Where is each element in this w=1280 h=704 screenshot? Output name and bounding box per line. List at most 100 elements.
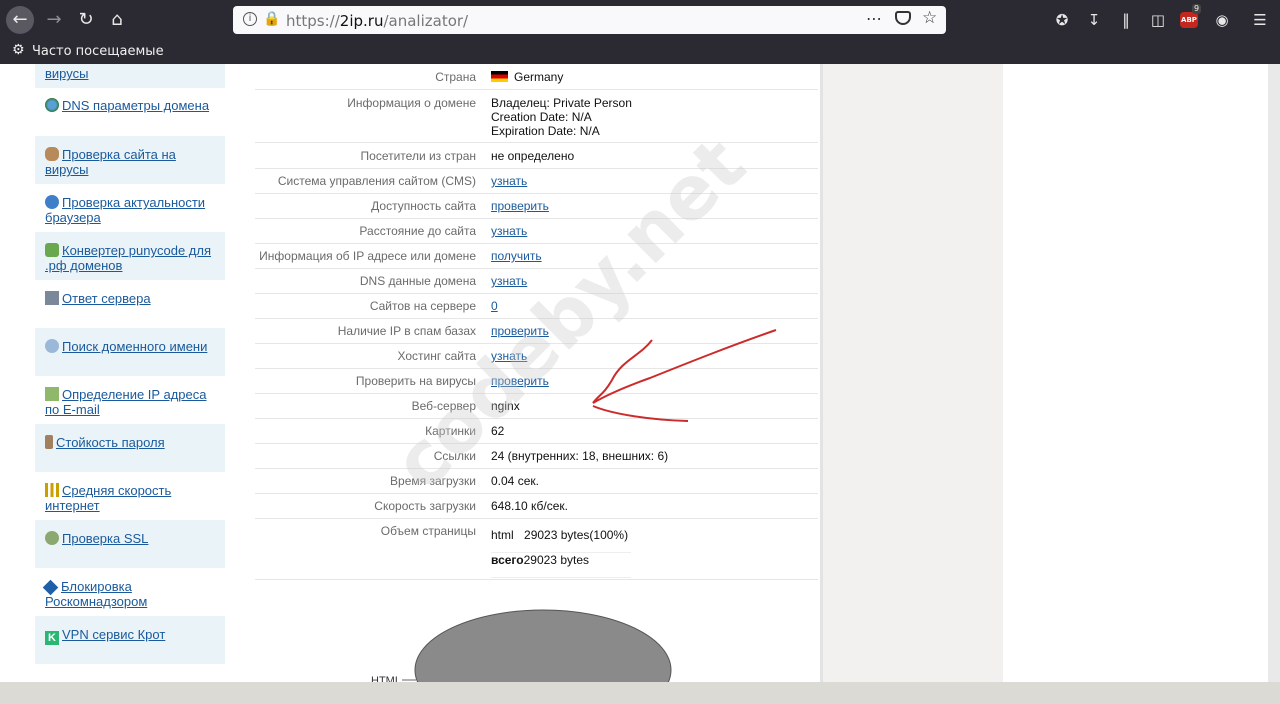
row-value: Владелец: Private Person Creation Date: …: [491, 96, 632, 138]
row-label: Страна: [435, 70, 476, 84]
row-value: узнать: [491, 174, 527, 188]
sidebar-link[interactable]: Средняя скорость интернет: [45, 483, 171, 513]
sidebar-item-site-virus[interactable]: Проверка сайта на вирусы: [35, 136, 225, 184]
germany-flag-icon: [491, 71, 508, 82]
sidebar-link[interactable]: Определение IP адреса по E-mail: [45, 387, 206, 417]
server-icon: [45, 291, 59, 305]
table-row: Наличие IP в спам базах проверить: [255, 318, 818, 344]
browser-toolbar: ← → ↻ ⌂ i 🔒 https://2ip.ru/analizator/ ⋯…: [0, 0, 1280, 40]
sidebar-link[interactable]: Проверка сайта на вирусы: [45, 147, 176, 177]
row-label: Хостинг сайта: [397, 349, 477, 363]
rkn-icon: [42, 579, 59, 596]
table-row: Проверить на вирусы проверить: [255, 368, 818, 394]
back-button[interactable]: ←: [6, 6, 34, 34]
table-row: Информация о домене Владелец: Private Pe…: [255, 90, 818, 143]
row-link[interactable]: проверить: [491, 374, 549, 388]
pocket-icon[interactable]: [895, 11, 911, 25]
reload-icon: ↻: [78, 9, 94, 30]
speed-icon: [45, 483, 59, 497]
info-icon[interactable]: i: [243, 12, 257, 26]
page-content: вирусы DNS параметры домена Проверка сай…: [0, 64, 1268, 682]
row-link[interactable]: узнать: [491, 174, 527, 188]
sidebar-item-speed[interactable]: Средняя скорость интернет: [35, 472, 225, 520]
row-value: 24 (внутренних: 18, внешних: 6): [491, 449, 669, 463]
bookmark-most-visited[interactable]: Часто посещаемые: [32, 44, 164, 59]
sidebar-link[interactable]: Ответ сервера: [62, 291, 151, 306]
library-icon[interactable]: ‖: [1116, 10, 1136, 30]
table-row: Сайтов на сервере 0: [255, 293, 818, 319]
menu-icon[interactable]: ☰: [1250, 10, 1270, 30]
sidebar-item-dns[interactable]: DNS параметры домена: [35, 88, 225, 136]
table-row: Доступность сайта проверить: [255, 193, 818, 219]
table-row: Расстояние до сайта узнать: [255, 218, 818, 244]
sidebar-link[interactable]: Конвертер punycode для .рф доменов: [45, 243, 211, 273]
row-link[interactable]: получить: [491, 249, 542, 263]
table-row: Картинки 62: [255, 418, 818, 444]
sidebar-link[interactable]: Проверка SSL: [62, 531, 148, 546]
gear-icon[interactable]: ⚙: [12, 42, 25, 58]
sidebar-item-rkn[interactable]: Блокировка Роскомнадзором: [35, 568, 225, 616]
bookmark-star-icon[interactable]: ☆: [922, 8, 937, 28]
table-row: Посетители из стран не определено: [255, 143, 818, 169]
sidebar-link[interactable]: Блокировка Роскомнадзором: [45, 579, 147, 609]
page-actions-icon[interactable]: ⋯: [866, 9, 882, 28]
adblock-count: 9: [1192, 4, 1202, 14]
sidebar-item-browser[interactable]: Проверка актуальности браузера: [35, 184, 225, 232]
forward-button[interactable]: →: [40, 6, 68, 34]
key-icon: [45, 435, 53, 449]
arrow-right-icon: →: [46, 9, 62, 30]
table-row: Веб-сервер nginx: [255, 393, 818, 419]
sidebar-link[interactable]: Стойкость пароля: [56, 435, 165, 450]
right-gray-column: [820, 64, 1003, 682]
row-link[interactable]: 0: [491, 299, 498, 313]
home-button[interactable]: ⌂: [103, 6, 131, 34]
table-row: Система управления сайтом (CMS) узнать: [255, 168, 818, 194]
sidebar-link[interactable]: VPN сервис Крот: [62, 627, 165, 642]
row-link[interactable]: узнать: [491, 274, 527, 288]
reload-button[interactable]: ↻: [72, 6, 100, 34]
sidebar-item-punycode[interactable]: Конвертер punycode для .рф доменов: [35, 232, 225, 280]
sidebar-item-password[interactable]: Стойкость пароля: [35, 424, 225, 472]
bug-icon: [45, 147, 59, 161]
sidebar-link[interactable]: Поиск доменного имени: [62, 339, 207, 354]
account-icon[interactable]: ◉: [1212, 10, 1232, 30]
lock-icon[interactable]: 🔒: [263, 11, 280, 27]
row-value: Germany: [491, 70, 563, 84]
sidebar-item-ip-email[interactable]: Определение IP адреса по E-mail: [35, 376, 225, 424]
star-list-icon[interactable]: ✪: [1052, 10, 1072, 30]
adblock-icon[interactable]: ABP 9: [1180, 4, 1202, 30]
adblock-badge-shape: ABP: [1180, 12, 1198, 28]
download-icon[interactable]: ↧: [1084, 10, 1104, 30]
domain-creation-date: Creation Date: N/A: [491, 110, 592, 124]
sidebar-item-vpn[interactable]: K VPN сервис Крот: [35, 616, 225, 664]
row-value: узнать: [491, 224, 527, 238]
bookmarks-toolbar: ⚙ Часто посещаемые: [0, 40, 1280, 64]
sidebar-link[interactable]: вирусы: [45, 66, 88, 81]
mail-icon: [45, 387, 59, 401]
row-label: Веб-сервер: [411, 399, 476, 413]
row-link[interactable]: проверить: [491, 324, 549, 338]
table-row-page-size: Объем страницы html 29023 bytes(100%) вс…: [255, 518, 818, 580]
row-value: узнать: [491, 349, 527, 363]
row-label: DNS данные домена: [359, 274, 476, 288]
total-row: всего29023 bytes: [491, 553, 631, 578]
url-bar[interactable]: i 🔒 https://2ip.ru/analizator/ ⋯ ☆: [233, 6, 946, 34]
row-label: Ссылки: [433, 449, 476, 463]
sidebar-item-ssl[interactable]: Проверка SSL: [35, 520, 225, 568]
row-link[interactable]: узнать: [491, 349, 527, 363]
url-text[interactable]: https://2ip.ru/analizator/: [286, 12, 468, 30]
row-link[interactable]: узнать: [491, 224, 527, 238]
ssl-icon: [45, 531, 59, 545]
arrow-left-icon: ←: [12, 9, 28, 30]
sidebar-link[interactable]: Проверка актуальности браузера: [45, 195, 205, 225]
row-label: Объем страницы: [380, 524, 476, 538]
sidebar-item-domain-search[interactable]: Поиск доменного имени: [35, 328, 225, 376]
sidebar-item-server-response[interactable]: Ответ сервера: [35, 280, 225, 328]
vertical-scrollbar[interactable]: [1268, 64, 1280, 682]
row-link[interactable]: проверить: [491, 199, 549, 213]
row-label: Информация об IP адресе или домене: [259, 249, 476, 263]
sidebar-item-viruses-partial[interactable]: вирусы: [35, 64, 225, 88]
sidebar-link[interactable]: DNS параметры домена: [62, 98, 209, 113]
row-value: проверить: [491, 324, 549, 338]
sidebar-icon[interactable]: ◫: [1148, 10, 1168, 30]
